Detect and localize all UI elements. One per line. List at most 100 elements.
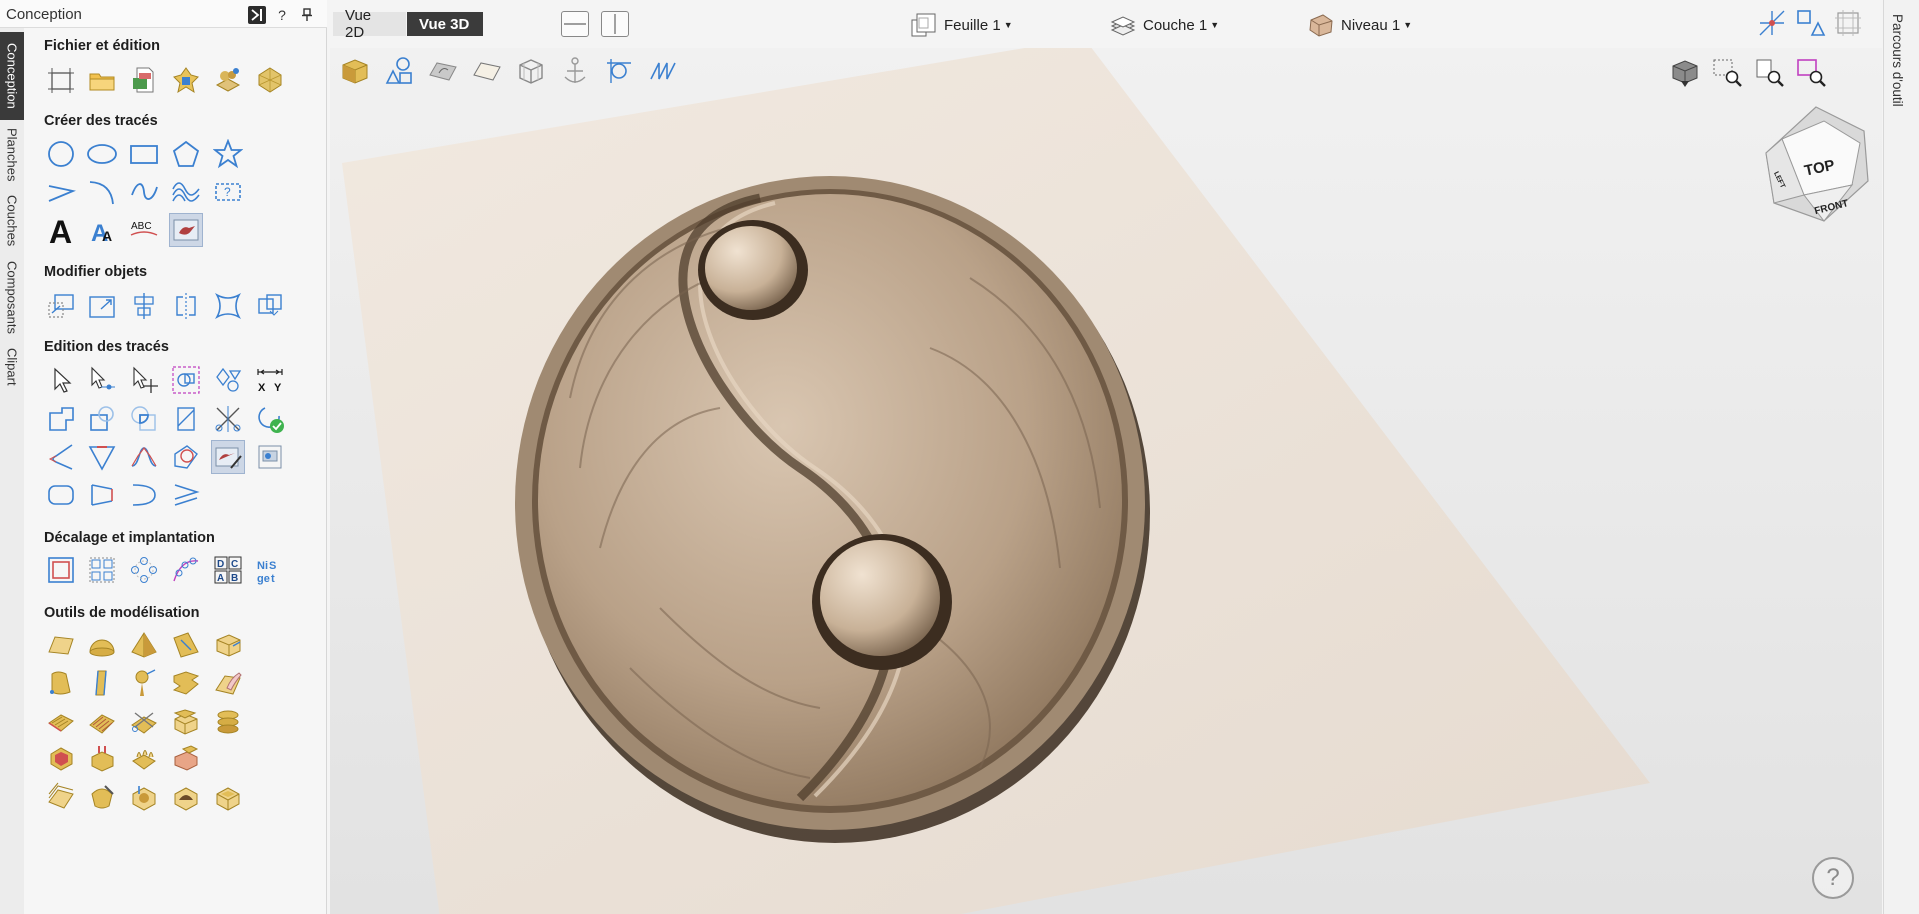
zoom-fit-button[interactable] [1752, 56, 1786, 90]
text-fit-tool[interactable]: Ni Sge t [254, 554, 286, 586]
subtract-tool[interactable] [86, 403, 118, 435]
align-object-tool[interactable] [128, 290, 160, 322]
model-turn-tool[interactable] [128, 667, 160, 699]
model-merge-tool[interactable] [86, 742, 118, 774]
distort-object-tool[interactable] [212, 290, 244, 322]
open-file-tool[interactable] [86, 64, 118, 96]
rounded-rect-tool[interactable] [45, 479, 77, 511]
model-reset-tool[interactable] [212, 781, 244, 813]
text-on-curve-tool[interactable]: ABC [128, 214, 160, 246]
model-texture-tool[interactable] [45, 706, 77, 738]
join-arc-tool[interactable] [170, 479, 202, 511]
extend-vector-tool[interactable] [170, 441, 202, 473]
model-layers-tool[interactable] [212, 706, 244, 738]
array-copy-tool[interactable] [254, 290, 286, 322]
help-button[interactable]: ? [273, 6, 291, 24]
transform-mode-tool[interactable] [128, 364, 160, 396]
pin-button[interactable] [298, 6, 316, 24]
draw-polygon-tool[interactable] [170, 138, 202, 170]
import-relief-tool[interactable] [212, 64, 244, 96]
scissors-tool[interactable] [212, 403, 244, 435]
model-create-component-tool[interactable] [45, 742, 77, 774]
mirror-object-tool[interactable] [170, 290, 202, 322]
node-edit-tool[interactable] [86, 364, 118, 396]
trim-tool[interactable] [170, 403, 202, 435]
auto-trace-tool[interactable]: ? [212, 176, 244, 208]
3d-viewport[interactable]: TOP FRONT LEFT [330, 48, 1882, 914]
draw-ellipse-tool[interactable] [86, 138, 118, 170]
tab-planches[interactable]: Planches [0, 124, 24, 186]
select-tool[interactable] [45, 364, 77, 396]
draw-circle-tool[interactable] [45, 138, 77, 170]
view-3d-tab[interactable]: Vue 3D [407, 12, 483, 36]
circular-array-tool[interactable] [128, 554, 160, 586]
model-trim-tool[interactable] [128, 706, 160, 738]
split-vertical-button[interactable] [601, 11, 629, 37]
view-cube[interactable]: TOP FRONT LEFT [1760, 103, 1872, 227]
fillet-tool[interactable] [45, 441, 77, 473]
show-bitmap-button[interactable] [426, 54, 460, 88]
draw-arc-tool[interactable] [86, 176, 118, 208]
origin-anchor-button[interactable] [558, 54, 592, 88]
join-curve-tool[interactable] [128, 479, 160, 511]
interactive-selection-tool[interactable] [170, 364, 202, 396]
measure-tool[interactable]: XY [254, 364, 286, 396]
offset-vector-tool[interactable] [45, 554, 77, 586]
join-open-vectors-tool[interactable] [86, 479, 118, 511]
scale-object-tool[interactable] [86, 290, 118, 322]
show-vectors-button[interactable] [382, 54, 416, 88]
tab-toolpaths[interactable]: Parcours d'outil [1890, 14, 1905, 107]
toolpath-origin-button[interactable] [602, 54, 636, 88]
tab-composants[interactable]: Composants [0, 256, 24, 338]
model-zigzag-tool[interactable] [170, 667, 202, 699]
sheet-dropdown[interactable]: Feuille 1 ▼ [910, 12, 1013, 38]
model-plane-tool[interactable] [45, 629, 77, 661]
merge-fields-tool[interactable]: DCAB [212, 554, 244, 586]
model-extrude-tool[interactable] [45, 667, 77, 699]
model-split-tool[interactable] [170, 706, 202, 738]
selection-by-shape-tool[interactable] [212, 364, 244, 396]
intersect-tool[interactable] [128, 403, 160, 435]
collapse-panel-button[interactable] [248, 6, 266, 24]
split-horizontal-button[interactable] [561, 11, 589, 37]
zoom-selection-button[interactable] [1710, 56, 1744, 90]
weld-tool[interactable] [45, 403, 77, 435]
draw-polyline-tool[interactable] [45, 176, 77, 208]
tab-conception[interactable]: Conception [0, 32, 24, 120]
model-shape-edit-tool[interactable] [170, 629, 202, 661]
auto-layout-text-tool[interactable]: AA [86, 214, 118, 246]
bitmap-edit-tool[interactable] [211, 440, 245, 474]
close-vectors-tool[interactable] [254, 403, 286, 435]
model-two-rail-tool[interactable] [86, 667, 118, 699]
model-smooth-tool[interactable] [86, 781, 118, 813]
save-file-tool[interactable] [128, 64, 160, 96]
snap-grid-button[interactable] [1831, 6, 1865, 40]
smooth-vector-tool[interactable] [128, 441, 160, 473]
draw-rectangle-tool[interactable] [128, 138, 160, 170]
show-toolpaths-button[interactable] [646, 54, 680, 88]
model-pyramid-tool[interactable] [128, 629, 160, 661]
model-tilt-tool[interactable] [170, 742, 202, 774]
layer-dropdown[interactable]: Couche 1 ▼ [1109, 12, 1219, 38]
model-bake-tool[interactable] [170, 781, 202, 813]
chamfer-tool[interactable] [86, 441, 118, 473]
render-shaded-button[interactable] [338, 54, 372, 88]
job-setup-tool[interactable] [45, 64, 77, 96]
tab-clipart[interactable]: Clipart [0, 342, 24, 392]
model-dome-tool[interactable] [86, 629, 118, 661]
snap-shapes-button[interactable] [1793, 6, 1827, 40]
draw-wave-tool[interactable] [170, 176, 202, 208]
view-2d-tab[interactable]: Vue 2D [333, 7, 406, 41]
nesting-tool[interactable] [86, 554, 118, 586]
model-box-tool[interactable] [212, 629, 244, 661]
import-component-tool[interactable] [170, 64, 202, 96]
3d-shape-tool[interactable] [254, 64, 286, 96]
model-texture-area-tool[interactable] [86, 706, 118, 738]
model-distort-tool[interactable] [128, 781, 160, 813]
copy-along-vector-tool[interactable] [170, 554, 202, 586]
draw-curve-tool[interactable] [128, 176, 160, 208]
draw-star-tool[interactable] [212, 138, 244, 170]
draw-text-tool[interactable]: A [45, 214, 77, 246]
bitmap-trace-tool[interactable] [169, 213, 203, 247]
model-fade-tool[interactable] [128, 742, 160, 774]
